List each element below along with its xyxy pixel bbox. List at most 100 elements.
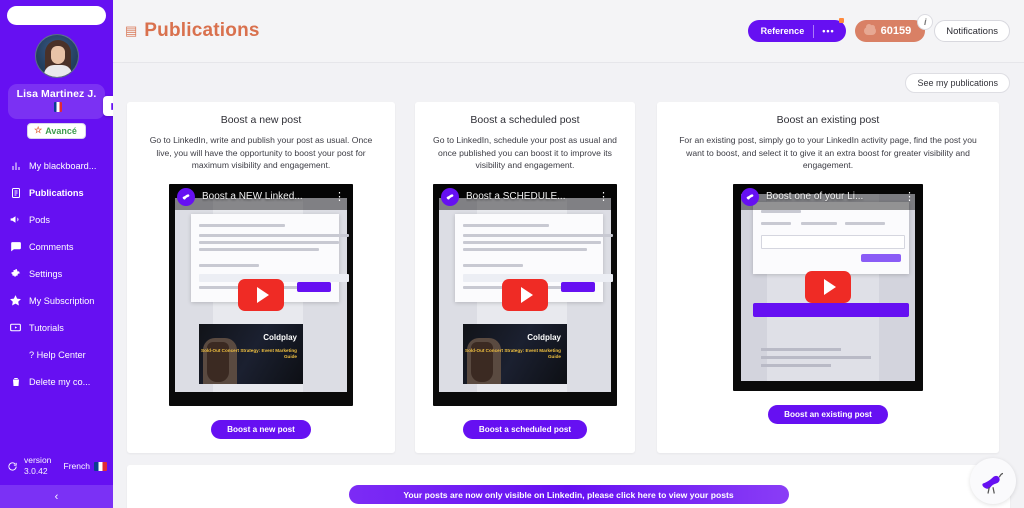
sidebar-item-blackboard[interactable]: My blackboard... bbox=[0, 152, 113, 179]
cloud-icon bbox=[863, 24, 876, 35]
see-my-publications-button[interactable]: See my publications bbox=[905, 72, 1010, 93]
notifications-label: Notifications bbox=[946, 25, 998, 37]
play-box-icon bbox=[9, 321, 22, 334]
reference-more-icon[interactable]: ••• bbox=[814, 26, 845, 36]
french-flag-icon bbox=[94, 461, 107, 471]
cards-row: Boost a new post Go to LinkedIn, write a… bbox=[113, 102, 1024, 453]
video-inner-image: Coldplay Sold-Out Concert Strategy: Even… bbox=[199, 323, 303, 384]
top-bar-actions: Reference ••• 60159 i Notifications bbox=[747, 14, 1010, 42]
video-thumbnail[interactable]: Coldplay Sold-Out Concert Strategy: Even… bbox=[169, 183, 353, 406]
play-triangle bbox=[823, 279, 836, 296]
star-filled-icon bbox=[9, 294, 22, 307]
status-badge[interactable]: ☆ Avancé bbox=[27, 123, 86, 139]
sidebar-item-settings[interactable]: Settings bbox=[0, 260, 113, 287]
button-label: Boost an existing post bbox=[784, 409, 872, 419]
card-description: Go to LinkedIn, schedule your post as us… bbox=[433, 135, 617, 171]
video-thumbnail[interactable]: Boost one of your Li... ⋮ bbox=[733, 183, 923, 391]
sidebar-item-label: My Subscription bbox=[29, 295, 95, 306]
document-icon bbox=[9, 186, 22, 199]
sidebar-item-label: Pods bbox=[29, 214, 50, 225]
view-posts-cta-label: Your posts are now only visible on Linke… bbox=[403, 489, 734, 500]
view-posts-cta-button[interactable]: Your posts are now only visible on Linke… bbox=[348, 485, 789, 505]
sidebar-nav: My blackboard... Publications Pods Comme… bbox=[0, 152, 113, 395]
language-label: French bbox=[63, 460, 90, 471]
bottom-panel: Your posts are now only visible on Linke… bbox=[127, 464, 1010, 508]
card-title: Boost an existing post bbox=[776, 114, 880, 126]
card-boost-new-post: Boost a new post Go to LinkedIn, write a… bbox=[127, 102, 395, 453]
bar-chart-icon bbox=[9, 159, 22, 172]
boost-existing-post-button[interactable]: Boost an existing post bbox=[768, 404, 888, 424]
notifications-button[interactable]: Notifications bbox=[934, 20, 1010, 42]
sidebar-item-subscription[interactable]: My Subscription bbox=[0, 287, 113, 314]
sidebar-item-help-center[interactable]: ? Help Center bbox=[0, 341, 113, 368]
video-overlay-title: Coldplay bbox=[263, 332, 297, 342]
star-icon: ☆ bbox=[34, 125, 43, 135]
reference-button[interactable]: Reference ••• bbox=[747, 18, 846, 42]
video-top-bar: Boost a NEW Linked... ⋮ bbox=[169, 183, 353, 210]
video-title: Boost one of your Li... bbox=[766, 191, 864, 203]
search-input[interactable] bbox=[7, 6, 106, 25]
kebab-menu-icon[interactable]: ⋮ bbox=[598, 191, 609, 202]
kebab-menu-icon[interactable]: ⋮ bbox=[334, 191, 345, 202]
card-boost-scheduled-post: Boost a scheduled post Go to LinkedIn, s… bbox=[415, 102, 635, 453]
play-triangle bbox=[520, 286, 533, 303]
notification-corner-icon bbox=[838, 18, 844, 23]
video-overlay-title: Coldplay bbox=[527, 332, 561, 342]
plan-badge-row: ☆ Avancé bbox=[0, 119, 113, 139]
gear-icon bbox=[9, 267, 22, 280]
page-title: ▤ Publications bbox=[125, 20, 260, 42]
sidebar-item-label: ? Help Center bbox=[29, 349, 86, 360]
sidebar-item-label: Delete my co... bbox=[29, 376, 91, 387]
video-purple-bar bbox=[753, 302, 909, 317]
video-thumbnail[interactable]: Coldplay Sold-Out Concert Strategy: Even… bbox=[433, 183, 617, 406]
comment-icon bbox=[9, 240, 22, 253]
sidebar-collapse-button[interactable]: ‹ bbox=[0, 485, 113, 508]
sidebar-item-label: Publications bbox=[29, 187, 84, 198]
credits-badge[interactable]: 60159 i bbox=[854, 14, 934, 42]
sidebar-item-label: Settings bbox=[29, 268, 63, 279]
card-description: Go to LinkedIn, write and publish your p… bbox=[149, 135, 373, 171]
video-top-bar: Boost a SCHEDULE... ⋮ bbox=[433, 183, 617, 210]
info-icon[interactable]: i bbox=[917, 14, 934, 30]
sidebar-item-tutorials[interactable]: Tutorials bbox=[0, 314, 113, 341]
credits-value: 60159 bbox=[880, 25, 912, 37]
play-button-icon[interactable] bbox=[502, 278, 548, 311]
button-label: Boost a new post bbox=[227, 424, 295, 434]
sidebar-item-comments[interactable]: Comments bbox=[0, 233, 113, 260]
avatar-face bbox=[50, 46, 65, 64]
refresh-icon[interactable] bbox=[6, 460, 19, 473]
megaphone-icon bbox=[9, 213, 22, 226]
card-boost-existing-post: Boost an existing post For an existing p… bbox=[657, 102, 999, 453]
sidebar-item-pods[interactable]: Pods bbox=[0, 206, 113, 233]
top-bar: ▤ Publications Reference ••• 60159 i Not… bbox=[113, 0, 1024, 63]
video-dialog bbox=[753, 201, 909, 274]
app-root: Lisa Martinez J. ☆ Avancé My blackboard.… bbox=[0, 0, 1024, 508]
profile-name[interactable]: Lisa Martinez J. bbox=[8, 84, 105, 119]
video-inner-image: Coldplay Sold-Out Concert Strategy: Even… bbox=[463, 323, 567, 384]
play-button-icon[interactable] bbox=[238, 278, 284, 311]
card-title: Boost a new post bbox=[220, 114, 302, 126]
plan-badge-label: Avancé bbox=[45, 125, 77, 136]
channel-logo-icon bbox=[441, 187, 459, 206]
trash-icon bbox=[9, 375, 22, 388]
play-button-icon[interactable] bbox=[805, 271, 851, 304]
question-icon bbox=[9, 348, 22, 361]
video-overlay-subtitle: Sold-Out Concert Strategy: Event Marketi… bbox=[465, 347, 561, 359]
sidebar-item-delete-account[interactable]: Delete my co... bbox=[0, 368, 113, 395]
main-content: ▤ Publications Reference ••• 60159 i Not… bbox=[113, 0, 1024, 508]
document-icon: ▤ bbox=[125, 23, 138, 38]
card-description: For an existing post, simply go to your … bbox=[679, 135, 977, 171]
language-selector[interactable]: French bbox=[64, 461, 107, 472]
sidebar-item-label: Comments bbox=[29, 241, 74, 252]
kebab-menu-icon[interactable]: ⋮ bbox=[904, 191, 915, 202]
avatar[interactable] bbox=[34, 34, 79, 78]
channel-logo-icon bbox=[177, 187, 195, 206]
avatar-body bbox=[43, 65, 72, 77]
sidebar-item-publications[interactable]: Publications bbox=[0, 179, 113, 206]
boost-new-post-button[interactable]: Boost a new post bbox=[211, 419, 311, 439]
chevron-left-icon: ‹ bbox=[54, 490, 59, 503]
profile-name-text: Lisa Martinez J. bbox=[16, 88, 97, 100]
assistant-mascot-button[interactable] bbox=[970, 458, 1016, 504]
boost-scheduled-post-button[interactable]: Boost a scheduled post bbox=[462, 419, 588, 439]
